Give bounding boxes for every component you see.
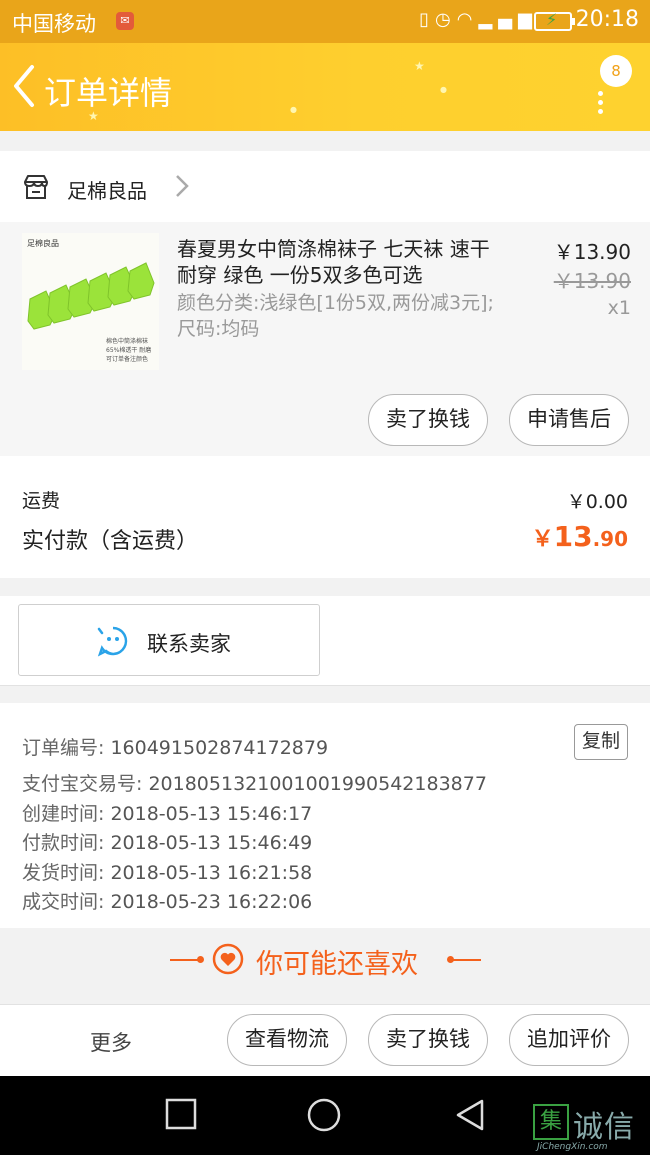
shop-name[interactable]: 足棉良品 [67,175,147,204]
sell-for-cash-bottom-button[interactable]: 卖了换钱 [368,1014,488,1066]
order-info: 订单编号: 160491502874172879 复制 支付宝交易号: 2018… [0,703,650,928]
status-icons: ▯◷◠▂▄▆ [419,9,538,30]
sparkle-icon: ● [290,105,297,114]
order-totals: 运费 ￥0.00 实付款（含运费） ￥13.90 [0,456,650,578]
order-number-value: 160491502874172879 [110,737,329,759]
watermark-logo: 集 诚信 JiChengXin.com [533,1104,648,1154]
back-arrow-icon[interactable] [10,63,40,109]
shipped-time-row: 发货时间: 2018-05-13 16:21:58 [22,858,312,885]
product-item[interactable]: 足棉良品 棉色中筒涤棉袜 65%棉透干 耐磨 可订单备注颜色 春夏男女中筒涤棉袜… [0,222,650,456]
shipping-label: 运费 [22,490,61,512]
status-bar: 中国移动 ✉ ▯◷◠▂▄▆ ⚡ 20:18 [0,0,650,43]
info-key: 订单编号: [22,737,105,759]
paid-time-row: 付款时间: 2018-05-13 15:46:49 [22,828,312,855]
bottom-action-bar: 更多 查看物流 卖了换钱 追加评价 [0,1004,650,1076]
recommendations-header: 你可能还喜欢 [0,930,650,1003]
alarm-icon: ◷ [435,9,457,30]
contact-seller-button[interactable]: 联系卖家 [18,604,320,676]
more-dots-icon [598,91,606,114]
chevron-right-icon [176,175,189,197]
contact-section: 联系卖家 [0,596,650,686]
watermark-text: 诚信 [573,1110,635,1145]
completed-time-row: 成交时间: 2018-05-23 16:22:06 [22,887,312,914]
product-thumbnail[interactable]: 足棉良品 棉色中筒涤棉袜 65%棉透干 耐磨 可订单备注颜色 [22,233,159,370]
product-title[interactable]: 春夏男女中筒涤棉袜子 七天袜 速干 耐穿 绿色 一份5双多色可选 [177,236,507,288]
alipay-trade-row: 支付宝交易号: 2018051321001001990542183877 [22,769,487,796]
divider-line-left [170,956,204,963]
recommendations-title: 你可能还喜欢 [256,949,418,980]
wifi-icon: ◠ [456,9,479,30]
back-nav-icon[interactable] [454,1098,486,1132]
page-title: 订单详情 [44,74,173,112]
chat-face-icon [97,626,128,657]
sparkle-icon: ★ [414,59,425,73]
info-key: 创建时间: [22,803,105,825]
store-icon [24,175,48,199]
created-time-row: 创建时间: 2018-05-13 15:46:17 [22,799,312,826]
alipay-trade-value: 2018051321001001990542183877 [148,773,487,795]
divider-line-right [447,956,481,963]
watermark-url: JiChengXin.com [537,1142,608,1152]
vibrate-icon: ▯ [419,9,436,30]
info-key: 支付宝交易号: [22,773,143,795]
shipped-time-value: 2018-05-13 16:21:58 [110,862,313,884]
info-key: 成交时间: [22,891,105,913]
signal-icon: ▂▄▆ [478,9,538,30]
more-button[interactable]: 更多 [90,1027,132,1057]
product-spec: 颜色分类:浅绿色[1份5双,两份减3元];尺码:均码 [177,292,494,340]
info-key: 发货时间: [22,862,105,884]
thumb-note: 棉色中筒涤棉袜 65%棉透干 耐磨 可订单备注颜色 [106,338,152,363]
recent-apps-icon[interactable] [165,1098,197,1130]
status-time: 20:18 [575,7,639,32]
product-price: ￥13.90 [553,240,631,264]
message-count-badge: 8 [600,55,632,87]
sparkle-icon: ● [440,85,447,94]
thumb-brand-label: 足棉良品 [27,239,59,248]
battery-charging-icon: ⚡ [534,10,575,31]
paid-time-value: 2018-05-13 15:46:49 [110,832,313,854]
apply-aftersale-button[interactable]: 申请售后 [509,394,629,446]
contact-seller-label: 联系卖家 [147,632,231,656]
copy-button[interactable]: 复制 [574,724,628,760]
paid-decimal: .90 [592,527,628,551]
shipping-value: ￥0.00 [566,491,628,513]
app-header: 订单详情 ★ ● ★ ● 8 [0,43,650,131]
home-icon[interactable] [307,1098,341,1132]
mail-icon: ✉ [116,12,134,30]
product-quantity: x1 [607,297,631,319]
paid-amount: ￥13.90 [532,520,628,553]
paid-label: 实付款（含运费） [22,529,199,554]
view-logistics-button[interactable]: 查看物流 [227,1014,347,1066]
add-review-button[interactable]: 追加评价 [509,1014,629,1066]
order-number-row: 订单编号: 160491502874172879 [22,733,328,760]
created-time-value: 2018-05-13 15:46:17 [110,803,313,825]
more-menu-button[interactable]: 8 [594,55,632,115]
paid-integer: 13 [553,520,593,553]
sparkle-icon: ★ [88,109,99,123]
sell-for-cash-button[interactable]: 卖了换钱 [368,394,488,446]
heart-icon [212,943,244,975]
watermark-box: 集 [533,1104,569,1140]
carrier-name: 中国移动 [12,12,96,36]
shop-row[interactable]: 足棉良品 [0,151,650,222]
info-key: 付款时间: [22,832,105,854]
completed-time-value: 2018-05-23 16:22:06 [110,891,313,913]
product-original-price: ￥13.90 [553,269,631,293]
paid-currency: ￥ [531,527,554,552]
